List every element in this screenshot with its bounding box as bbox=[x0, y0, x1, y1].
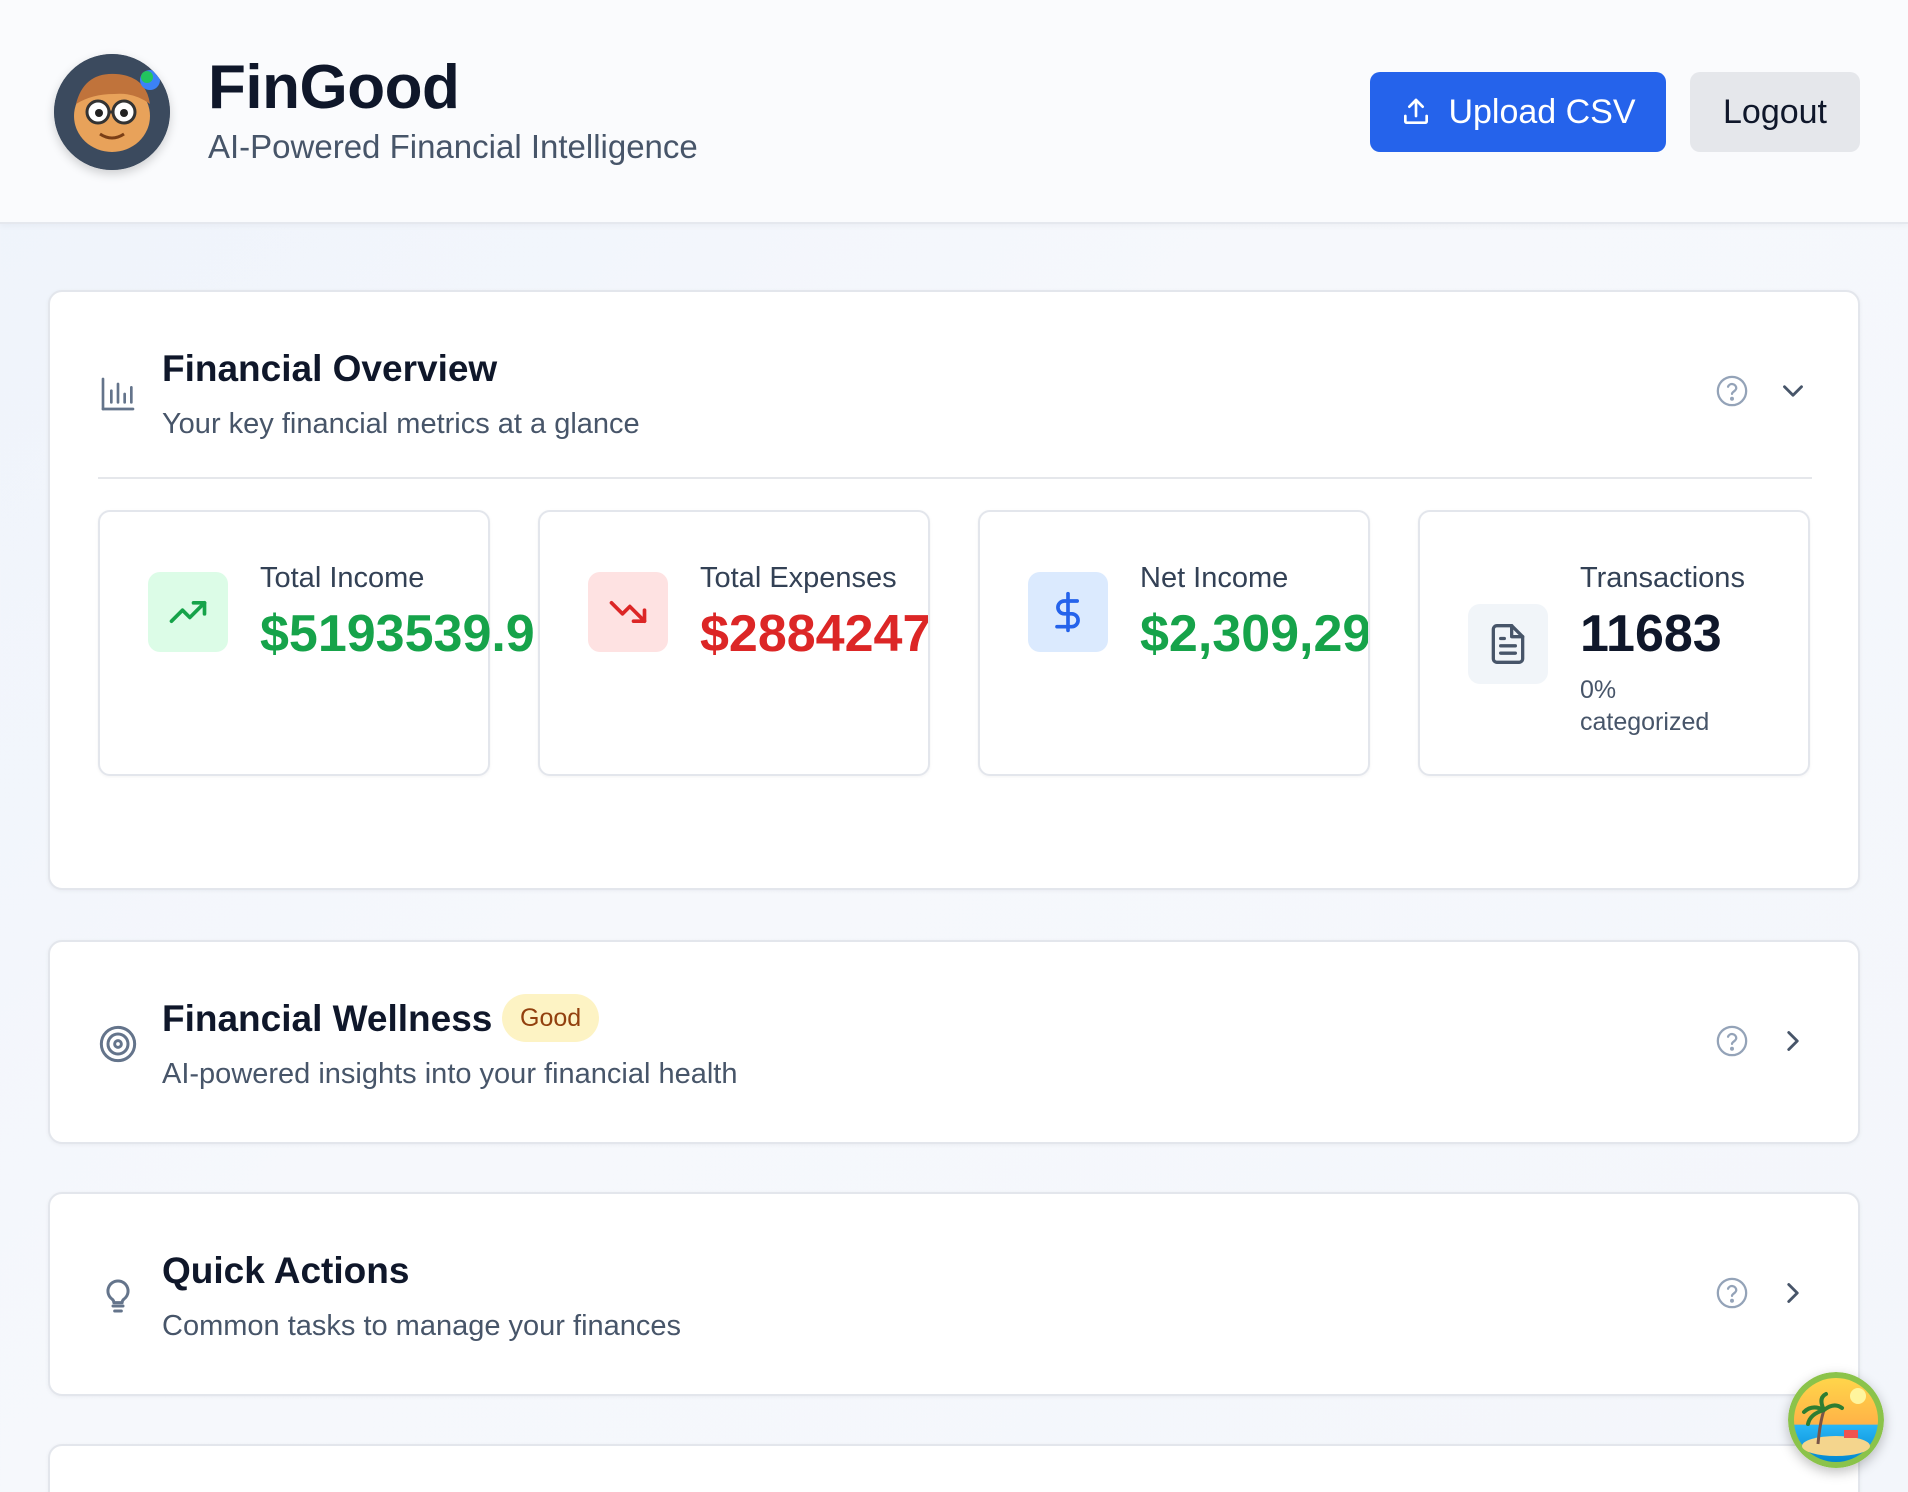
app-subtitle: AI-Powered Financial Intelligence bbox=[208, 128, 698, 165]
quick-actions-title: Quick Actions bbox=[162, 1250, 410, 1291]
bar-chart-icon bbox=[98, 374, 138, 414]
metric-value: $2884247.8 bbox=[700, 605, 930, 663]
overview-description: Your key financial metrics at a glance bbox=[162, 408, 640, 440]
metric-tile-net-income: Net Income $2,309,292 bbox=[978, 510, 1370, 776]
financial-overview-card: Financial Overview Your key financial me… bbox=[48, 290, 1860, 890]
wellness-status-badge: Good bbox=[502, 994, 600, 1042]
lightbulb-icon bbox=[98, 1276, 138, 1316]
chevron-right-icon[interactable] bbox=[1776, 1276, 1810, 1310]
help-icon[interactable] bbox=[1715, 374, 1749, 408]
help-icon[interactable] bbox=[1715, 1024, 1749, 1058]
financial-wellness-card[interactable]: Financial Wellness Good AI-powered insig… bbox=[48, 940, 1860, 1144]
metric-label: Total Income bbox=[260, 562, 425, 594]
trending-down-icon bbox=[588, 572, 668, 652]
upload-csv-button[interactable]: Upload CSV bbox=[1370, 72, 1666, 152]
logout-label: Logout bbox=[1723, 92, 1827, 131]
app-title: FinGood bbox=[208, 53, 460, 122]
target-icon bbox=[98, 1024, 138, 1064]
logout-button[interactable]: Logout bbox=[1690, 72, 1860, 152]
quick-actions-card[interactable]: Quick Actions Common tasks to manage you… bbox=[48, 1192, 1860, 1396]
metric-value: $5193539.9 bbox=[260, 605, 535, 663]
metric-label: Net Income bbox=[1140, 562, 1289, 594]
dollar-icon bbox=[1028, 572, 1108, 652]
metric-value: $2,309,292 bbox=[1140, 605, 1370, 663]
chevron-down-icon[interactable] bbox=[1776, 374, 1810, 408]
help-icon[interactable] bbox=[1715, 1276, 1749, 1310]
wellness-title: Financial Wellness bbox=[162, 998, 493, 1039]
overview-divider bbox=[98, 477, 1812, 479]
metric-subtext: 0% categorized bbox=[1580, 676, 1710, 736]
quick-actions-description: Common tasks to manage your finances bbox=[162, 1310, 682, 1342]
metric-label: Transactions bbox=[1580, 562, 1745, 594]
wellness-description: AI-powered insights into your financial … bbox=[162, 1058, 738, 1090]
metric-tile-total-income: Total Income $5193539.9 bbox=[98, 510, 535, 776]
trending-up-icon bbox=[148, 572, 228, 652]
metric-tile-total-expenses: Total Expenses $2884247.8 bbox=[538, 510, 930, 776]
next-section-card bbox=[48, 1444, 1860, 1492]
upload-csv-label: Upload CSV bbox=[1448, 92, 1636, 131]
app-header: FinGood AI-Powered Financial Intelligenc… bbox=[0, 0, 1908, 224]
metric-value: 11683 bbox=[1580, 605, 1722, 663]
metric-tile-transactions: Transactions 11683 0% categorized bbox=[1418, 510, 1810, 776]
metric-label: Total Expenses bbox=[700, 562, 897, 594]
upload-icon bbox=[1404, 98, 1429, 124]
chevron-right-icon[interactable] bbox=[1776, 1024, 1810, 1058]
overview-title: Financial Overview bbox=[162, 348, 498, 389]
document-icon bbox=[1468, 604, 1548, 684]
assistant-island-button[interactable] bbox=[1788, 1372, 1884, 1468]
app-logo-avatar bbox=[54, 54, 170, 170]
